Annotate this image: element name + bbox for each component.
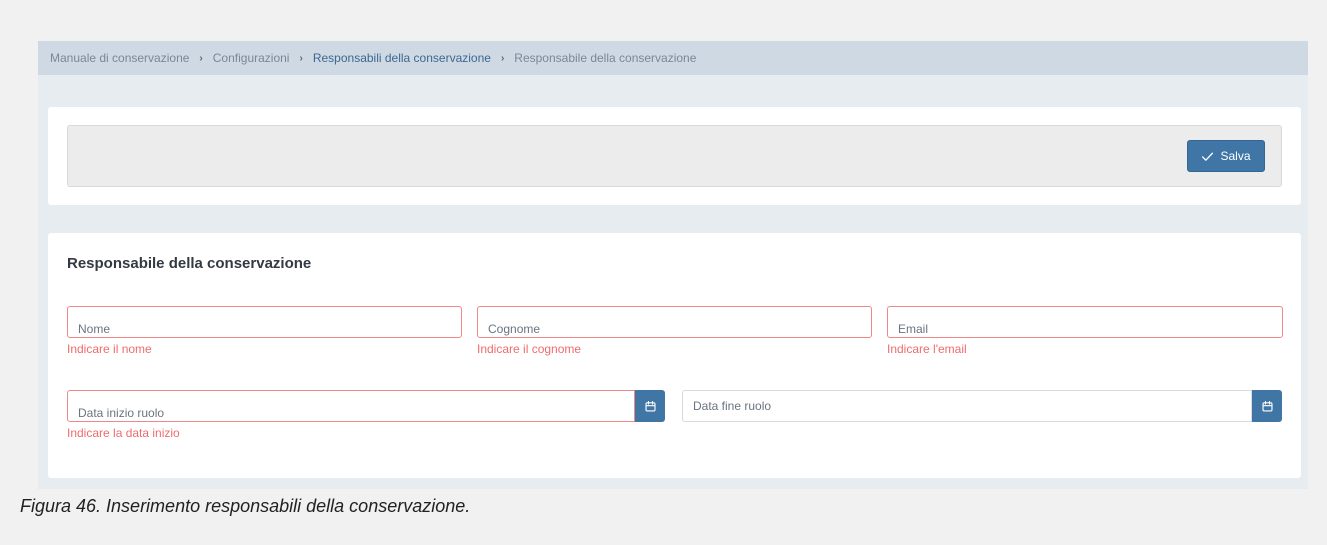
breadcrumb-separator: › [500, 52, 505, 64]
cognome-field[interactable]: Cognome [477, 306, 872, 338]
breadcrumb-item-manuale[interactable]: Manuale di conservazione [50, 51, 189, 65]
app-screenshot: Manuale di conservazione › Configurazion… [38, 41, 1308, 489]
figure-caption: Figura 46. Inserimento responsabili dell… [20, 496, 471, 516]
section-title: Responsabile della conservazione [67, 255, 312, 272]
calendar-icon [1261, 400, 1273, 412]
email-field[interactable]: Email [887, 306, 1283, 338]
calendar-icon [644, 400, 656, 412]
data-fine-field[interactable]: Data fine ruolo [682, 390, 1252, 422]
save-button[interactable]: Salva [1187, 140, 1265, 172]
nome-field[interactable]: Nome [67, 306, 462, 338]
data-fine-calendar-button[interactable] [1252, 390, 1282, 422]
breadcrumb-separator: › [199, 52, 203, 64]
email-field-label: Email [898, 322, 929, 336]
toolbar-card: Salva [48, 107, 1301, 205]
cognome-error: Indicare il cognome [477, 342, 582, 356]
data-inizio-field-label: Data inizio ruolo [78, 406, 165, 420]
breadcrumb-item-configurazioni[interactable]: Configurazioni [213, 51, 290, 65]
data-inizio-calendar-button[interactable] [635, 390, 665, 422]
save-button-label: Salva [1220, 149, 1251, 163]
breadcrumb: Manuale di conservazione › Configurazion… [38, 41, 1308, 75]
toolbar: Salva [67, 125, 1282, 187]
form-card: Responsabile della conservazione Nome In… [48, 233, 1301, 478]
data-inizio-field[interactable]: Data inizio ruolo [67, 390, 635, 422]
data-fine-field-label: Data fine ruolo [693, 399, 772, 413]
email-error: Indicare l'email [887, 342, 967, 356]
breadcrumb-item-responsabili[interactable]: Responsabili della conservazione [313, 51, 491, 65]
breadcrumb-separator: › [299, 52, 303, 64]
nome-error: Indicare il nome [67, 342, 152, 356]
data-inizio-error: Indicare la data inizio [67, 426, 180, 440]
cognome-field-label: Cognome [488, 322, 541, 336]
check-icon [1202, 152, 1214, 161]
nome-field-label: Nome [78, 322, 111, 336]
breadcrumb-item-current: Responsabile della conservazione [514, 51, 697, 65]
